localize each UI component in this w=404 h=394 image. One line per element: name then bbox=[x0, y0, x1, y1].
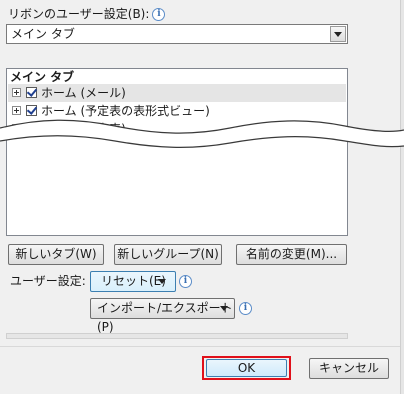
torn-edge-divider bbox=[0, 119, 404, 148]
checkmark-icon bbox=[26, 86, 38, 97]
tree-item-label: ホーム (メール) bbox=[41, 86, 126, 100]
info-icon[interactable]: i bbox=[152, 8, 166, 21]
expand-plus-icon[interactable] bbox=[12, 88, 21, 97]
reset-button-label: リセット(E) bbox=[101, 274, 166, 288]
reset-button[interactable]: リセット(E) bbox=[90, 271, 176, 292]
ribbon-customize-label-text: リボンのユーザー設定(B): bbox=[8, 7, 150, 21]
tab-checkbox[interactable] bbox=[26, 86, 38, 98]
ribbon-tabs-dropdown-value: メイン タブ bbox=[11, 27, 75, 41]
cancel-button[interactable]: キャンセル bbox=[309, 358, 389, 379]
ribbon-tabs-dropdown[interactable]: メイン タブ bbox=[6, 24, 348, 44]
vertical-scrollbar[interactable] bbox=[400, 0, 404, 394]
tree-item-home-mail[interactable]: ホーム (メール) bbox=[8, 84, 346, 102]
chevron-down-icon bbox=[220, 306, 228, 311]
ok-button[interactable]: OK bbox=[206, 359, 287, 377]
info-icon[interactable]: i bbox=[239, 302, 252, 315]
info-icon[interactable]: i bbox=[179, 275, 192, 288]
ribbon-tabs-tree[interactable]: メイン タブ ホーム (メール) ホーム (予定表の表形式ビュー) ホーム (予… bbox=[6, 68, 348, 236]
new-group-button[interactable]: 新しいグループ(N) bbox=[114, 244, 222, 265]
chevron-down-icon bbox=[158, 279, 166, 284]
chevron-down-icon bbox=[334, 32, 342, 37]
ribbon-customize-label: リボンのユーザー設定(B): i bbox=[8, 6, 166, 22]
tree-group-header: メイン タブ bbox=[10, 70, 75, 84]
ribbon-customize-panel: リボンのユーザー設定(B): i メイン タブ メイン タブ ホーム (メール) … bbox=[0, 0, 400, 394]
horizontal-scrollbar[interactable] bbox=[6, 333, 348, 339]
import-export-button[interactable]: インポート/エクスポート(P) bbox=[90, 298, 235, 334]
import-export-button-label: インポート/エクスポート(P) bbox=[97, 301, 233, 334]
dropdown-arrow-button[interactable] bbox=[330, 26, 346, 42]
user-settings-label: ユーザー設定: bbox=[10, 274, 86, 288]
rename-button[interactable]: 名前の変更(M)... bbox=[236, 244, 347, 265]
new-tab-button[interactable]: 新しいタブ(W) bbox=[8, 244, 104, 265]
